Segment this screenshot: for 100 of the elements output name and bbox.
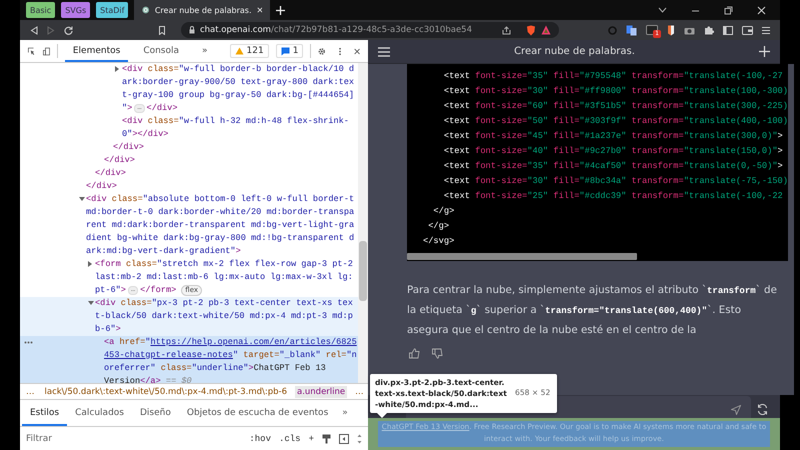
more-tabs-button[interactable]: » <box>194 40 216 62</box>
code-line: </g> <box>432 205 456 218</box>
sidebar-toggle-icon[interactable] <box>339 434 349 444</box>
bookmark-tab[interactable]: StaDif <box>96 2 128 18</box>
code-line: <text font-size="50" fill="#303f9f" transform="translate(400,-100) <box>442 115 788 128</box>
markup-text: <a href="https://help.openai.com/en/articles/6825 <box>104 336 357 349</box>
markup-text: oreferrer" class="underline">ChatGPT Feb 13 <box>104 362 326 375</box>
toggle-icon[interactable] <box>79 197 85 201</box>
markup-text: t-black/50 dark:text-white/50 md:px-4 md:pt-3 md:p <box>95 310 353 323</box>
scrollbar-thumb[interactable] <box>407 253 637 260</box>
plus-icon[interactable] <box>276 6 286 14</box>
close-icon[interactable] <box>354 46 360 56</box>
message-icon <box>280 46 290 56</box>
warning-icon <box>234 47 244 55</box>
markup-text: <div class="absolute bottom-0 left-0 w-full border-t <box>86 193 354 206</box>
lock-icon <box>189 26 195 34</box>
code-line: <text font-size="35" fill="#795548" transform="translate(-100,-27 <box>442 70 784 83</box>
filter-button[interactable]: .cls <box>278 434 301 444</box>
toggle-icon[interactable] <box>115 66 119 72</box>
thumbs-down-icon[interactable] <box>432 348 443 359</box>
code-line: <text font-size="45" fill="#1a237e" transform="translate(300,0)"> <box>442 130 784 143</box>
reload-icon[interactable] <box>64 26 73 34</box>
markup-text: <div class="w-full border-b border-black/10 d <box>122 63 354 76</box>
browser-tab[interactable]: Crear nube de palabras. <box>134 0 270 20</box>
markup-text: </form> <box>140 284 176 297</box>
bookmark-icon[interactable] <box>158 26 166 34</box>
menu-icon[interactable] <box>762 26 770 34</box>
filter-button[interactable]: + <box>308 434 314 444</box>
panel-tab[interactable]: Calculados <box>67 400 132 426</box>
device-icon[interactable] <box>42 46 50 56</box>
camera-icon[interactable] <box>684 26 695 34</box>
markup-text: t-gray-100 group bg-gray-50 dark:bg-[#444654] <box>122 89 354 102</box>
bookmark-ribbon-icon[interactable] <box>667 24 675 36</box>
bookmark-tab[interactable]: SVGs <box>61 2 90 18</box>
restore-icon[interactable] <box>724 6 733 14</box>
code-line: <text font-size="35" fill="#4caf50" transform="translate(0,-50)"> <box>442 160 784 173</box>
markup-text: <div class="px-3 pt-2 pb-3 text-center text-xs tex <box>95 297 353 310</box>
conversation-title: Crear nube de palabras. <box>513 46 636 57</box>
panel-tab[interactable]: Objetos de escucha de eventos <box>178 400 336 426</box>
markup-text: rent md:dark:border-transparent md:bg-vert-light-gra <box>86 219 354 232</box>
chevron-down-icon[interactable] <box>658 7 667 13</box>
more-icon[interactable] <box>24 341 33 344</box>
panel-tab[interactable]: Elementos <box>64 40 128 62</box>
markup-text: <form class="stretch mx-2 flex flex-row gap-3 pt-2 <box>95 258 353 271</box>
refresh-icon[interactable] <box>757 404 768 415</box>
more-tabs-button[interactable]: » <box>336 400 354 426</box>
markup-text: b-6"> <box>95 323 121 336</box>
filter-button[interactable]: :hov <box>249 434 271 444</box>
messages-counter[interactable]: 1 <box>276 44 304 58</box>
markup-text: <div class="w-full h-32 md:h-48 flex-shrink- <box>122 115 349 128</box>
scrollbar-thumb[interactable] <box>359 241 367 301</box>
breadcrumb[interactable]: lack\/50.dark\:text-white\/50.md\:px-4.md\:pt-3.md\:pb-6 <box>42 386 289 398</box>
share-icon[interactable] <box>502 26 511 34</box>
markup-text: </div> <box>104 154 135 167</box>
message-text: Para centrar la nube, simplemente ajustamos el atributo `transform` de la etiqueta `g` superior a `transform="translate(600,400)"`. Esto asegura que el centro de la nube esté en el centro de la <box>407 283 778 338</box>
code-line: <text font-size="30" fill="#ff9800" transform="translate(100,-300) <box>442 85 788 98</box>
panel-tab[interactable]: Consola <box>135 40 188 62</box>
code-line: <text font-size="25" fill="#cddc39" transform="translate(-100,-22 <box>442 190 784 203</box>
markup-text: md:border-t-0 dark:border-white/20 md:border-transpa <box>86 206 354 219</box>
back-icon[interactable] <box>30 26 38 34</box>
address-bar[interactable]: chat.openai.com/chat/72b97b81-a129-48c5-a3de-cc3010bae54 <box>181 22 559 38</box>
warnings-counter[interactable]: 121 <box>230 44 269 58</box>
translate-icon[interactable] <box>626 24 637 36</box>
link[interactable]: https://help.openai.com/en/articles/6825 <box>150 337 357 347</box>
toggle-icon[interactable] <box>88 261 92 267</box>
extension-icon[interactable] <box>646 25 658 35</box>
breadcrumb[interactable]: … <box>24 386 36 398</box>
toggle-icon[interactable] <box>88 301 94 305</box>
markup-text: 0"></div> <box>122 128 168 141</box>
send-icon[interactable] <box>731 404 741 414</box>
triangle-icon[interactable] <box>541 25 551 35</box>
link[interactable]: 453-chatgpt-release-notes <box>104 350 233 360</box>
bookmark-tab[interactable]: Basic <box>26 2 56 18</box>
markup-text: ark:border-gray-900/50 text-gray-800 dark:tex <box>122 76 354 89</box>
scroll-arrows-icon[interactable] <box>357 434 362 444</box>
markup-text: dient bg-white dark:bg-gray-800 md:!bg-transparent d <box>86 232 354 245</box>
code-line: <text font-size="40" fill="#9c27b0" transform="translate(150,0)"> <box>442 145 784 158</box>
menu-icon[interactable] <box>378 46 390 56</box>
wallet-icon[interactable] <box>742 26 753 34</box>
markup-text: </div> <box>86 180 117 193</box>
markup-text: last:mb-2 md:last:mb-6 lg:mx-auto lg:max-w-3xl lg: <box>95 271 353 284</box>
breadcrumb[interactable]: a.underline <box>295 386 348 398</box>
markup-text: pt-6"> <box>95 284 126 297</box>
plus-icon[interactable] <box>759 46 770 57</box>
settings-icon[interactable] <box>318 46 326 56</box>
inspect-icon[interactable] <box>28 46 36 56</box>
kebab-menu-icon[interactable] <box>338 46 341 56</box>
chat-logo-icon <box>142 5 150 15</box>
shield-icon[interactable] <box>526 24 536 36</box>
panel-tab[interactable]: Diseño <box>132 400 179 426</box>
thumbs-up-icon[interactable] <box>409 348 420 359</box>
sidebar-icon[interactable] <box>723 26 733 34</box>
markup-text: "> <box>122 102 132 115</box>
puzzle-icon[interactable] <box>704 25 714 35</box>
element-row[interactable]: <div class="w-full h-32 md:h-48 flex-shrink- 0"></div> <box>20 115 358 141</box>
paint-roller-icon[interactable] <box>322 434 331 444</box>
breadcrumb[interactable]: … <box>353 386 366 398</box>
hovered-element-row[interactable]: <div class="px-3 pt-2 pb-3 text-center text-xs tex t-black/50 dark:text-white/50 md:px-4 md:pt-3 md:p b-6"> <box>20 297 358 336</box>
code-line: <text font-size="30" fill="#8bc34a" transform="translate(-75,-150) <box>442 175 788 188</box>
panel-tab[interactable]: Estilos <box>22 400 68 426</box>
